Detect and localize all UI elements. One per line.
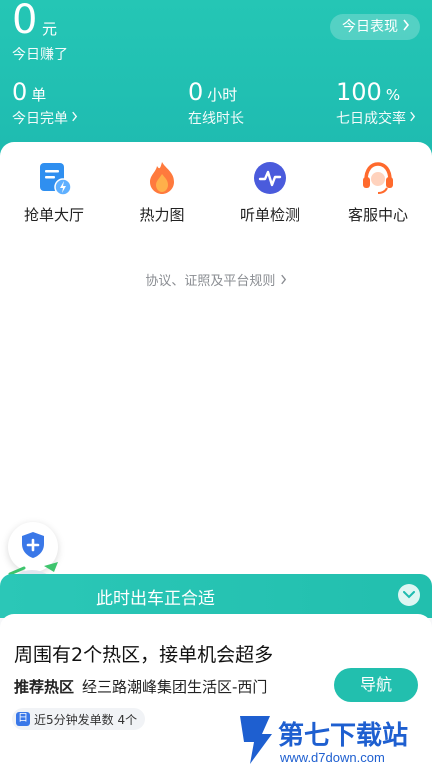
stat-label: 今日完单 bbox=[12, 111, 68, 127]
order-hall-icon bbox=[36, 160, 72, 196]
stat-seven-day-rate[interactable]: 100% 七日成交率 bbox=[336, 78, 416, 128]
calendar-icon: 日 bbox=[16, 712, 30, 726]
shield-plus-icon bbox=[20, 531, 46, 563]
dispatch-banner[interactable]: 此时出车正合适 bbox=[0, 574, 432, 618]
chevron-right-icon bbox=[409, 110, 416, 126]
earnings-label: 今日赚了 bbox=[12, 47, 68, 63]
rules-link-label: 协议、证照及平台规则 bbox=[145, 274, 276, 289]
tool-customer-service[interactable]: 客服中心 bbox=[324, 160, 432, 225]
tool-grid: 抢单大厅 热力图 听单检测 客服中心 bbox=[0, 160, 432, 225]
headset-icon bbox=[360, 160, 396, 196]
stat-value: 100 bbox=[336, 78, 382, 106]
stat-value: 0 bbox=[188, 78, 204, 106]
recommended-label: 推荐热区 bbox=[14, 678, 75, 696]
rules-link[interactable]: 协议、证照及平台规则 bbox=[0, 270, 432, 289]
tool-order-detection[interactable]: 听单检测 bbox=[216, 160, 324, 225]
chevron-right-icon bbox=[280, 274, 287, 289]
tool-order-hall[interactable]: 抢单大厅 bbox=[0, 160, 108, 225]
tool-label: 听单检测 bbox=[239, 206, 300, 224]
chevron-down-icon[interactable] bbox=[398, 584, 420, 606]
earnings-header: 0 元 今日赚了 今日表现 0单 今日完单 0 小时 在线时长 100% 七日成交… bbox=[0, 0, 432, 160]
hotspot-title: 周围有2个热区，接单机会超多 bbox=[14, 644, 274, 666]
recent-orders-chip: 日 近5分钟发单数 4个 bbox=[12, 708, 146, 730]
stat-unit: 小时 bbox=[207, 86, 238, 104]
tool-heatmap[interactable]: 热力图 bbox=[108, 160, 216, 225]
recommended-location: 经三路潮峰集团生活区-西门 bbox=[82, 678, 268, 696]
tool-label: 热力图 bbox=[139, 206, 185, 224]
svg-text:www.d7down.com: www.d7down.com bbox=[279, 750, 385, 765]
flame-icon bbox=[144, 160, 180, 196]
recent-orders-text: 近5分钟发单数 4个 bbox=[34, 712, 138, 727]
tool-label: 客服中心 bbox=[347, 206, 408, 224]
stat-value: 0 bbox=[12, 78, 28, 106]
banner-title: 此时出车正合适 bbox=[96, 589, 215, 609]
today-performance-button[interactable]: 今日表现 bbox=[330, 14, 420, 40]
stat-online-hours: 0 小时 在线时长 bbox=[188, 78, 244, 128]
stat-unit: 单 bbox=[31, 86, 47, 104]
recommended-hotspot-row: 推荐热区 经三路潮峰集团生活区-西门 bbox=[14, 676, 267, 697]
chevron-right-icon bbox=[71, 110, 78, 126]
stat-completed-orders[interactable]: 0单 今日完单 bbox=[12, 78, 78, 128]
pulse-icon bbox=[252, 160, 288, 196]
today-performance-label: 今日表现 bbox=[342, 19, 398, 35]
stat-label: 七日成交率 bbox=[336, 111, 406, 127]
tool-label: 抢单大厅 bbox=[23, 206, 84, 224]
stat-label: 在线时长 bbox=[188, 111, 244, 127]
earnings-unit: 元 bbox=[42, 20, 58, 38]
main-panel: 抢单大厅 热力图 听单检测 客服中心 协议、证照及平台规则 bbox=[0, 142, 432, 602]
stat-unit: % bbox=[385, 86, 401, 104]
svg-text:第七下载站: 第七下载站 bbox=[278, 720, 408, 750]
earnings-amount: 0 bbox=[12, 0, 38, 43]
chevron-right-icon bbox=[402, 14, 410, 40]
navigate-button[interactable]: 导航 bbox=[334, 668, 418, 702]
watermark-logo: 第七下载站 www.d7down.com bbox=[236, 712, 428, 768]
